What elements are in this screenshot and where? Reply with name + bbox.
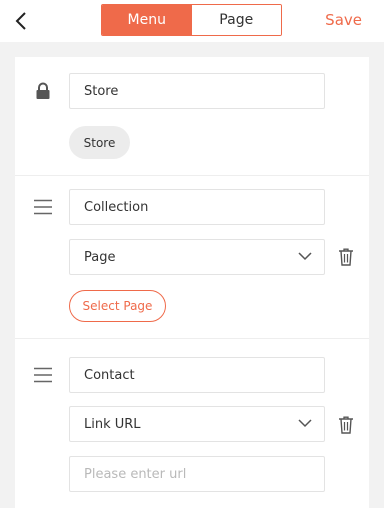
divider [15,175,369,176]
collection-name-field[interactable]: Collection [69,189,325,225]
select-page-button[interactable]: Select Page [69,290,166,322]
divider [15,338,369,339]
trash-icon[interactable] [338,248,354,266]
trash-icon[interactable] [338,416,354,434]
lock-icon [36,82,50,99]
menu-items-card: Store Store Collection Page Select Page … [15,57,369,508]
drag-handle-icon[interactable] [34,199,52,215]
top-bar: Menu Page Save [0,0,384,42]
tab-menu[interactable]: Menu [102,5,192,35]
mode-toggle: Menu Page [101,4,282,36]
contact-type-select[interactable]: Link URL [69,406,325,442]
contact-type-value: Link URL [84,416,141,432]
collection-type-value: Page [84,249,116,265]
drag-handle-icon[interactable] [34,367,52,383]
chevron-down-icon [298,252,312,261]
chevron-down-icon [298,419,312,428]
save-button[interactable]: Save [325,11,362,29]
chevron-left-icon[interactable] [10,9,34,33]
contact-name-field[interactable]: Contact [69,357,325,393]
store-chip[interactable]: Store [69,126,130,159]
url-input[interactable] [69,456,325,492]
tab-page[interactable]: Page [191,5,281,35]
store-name-field[interactable]: Store [69,73,325,109]
collection-type-select[interactable]: Page [69,239,325,275]
